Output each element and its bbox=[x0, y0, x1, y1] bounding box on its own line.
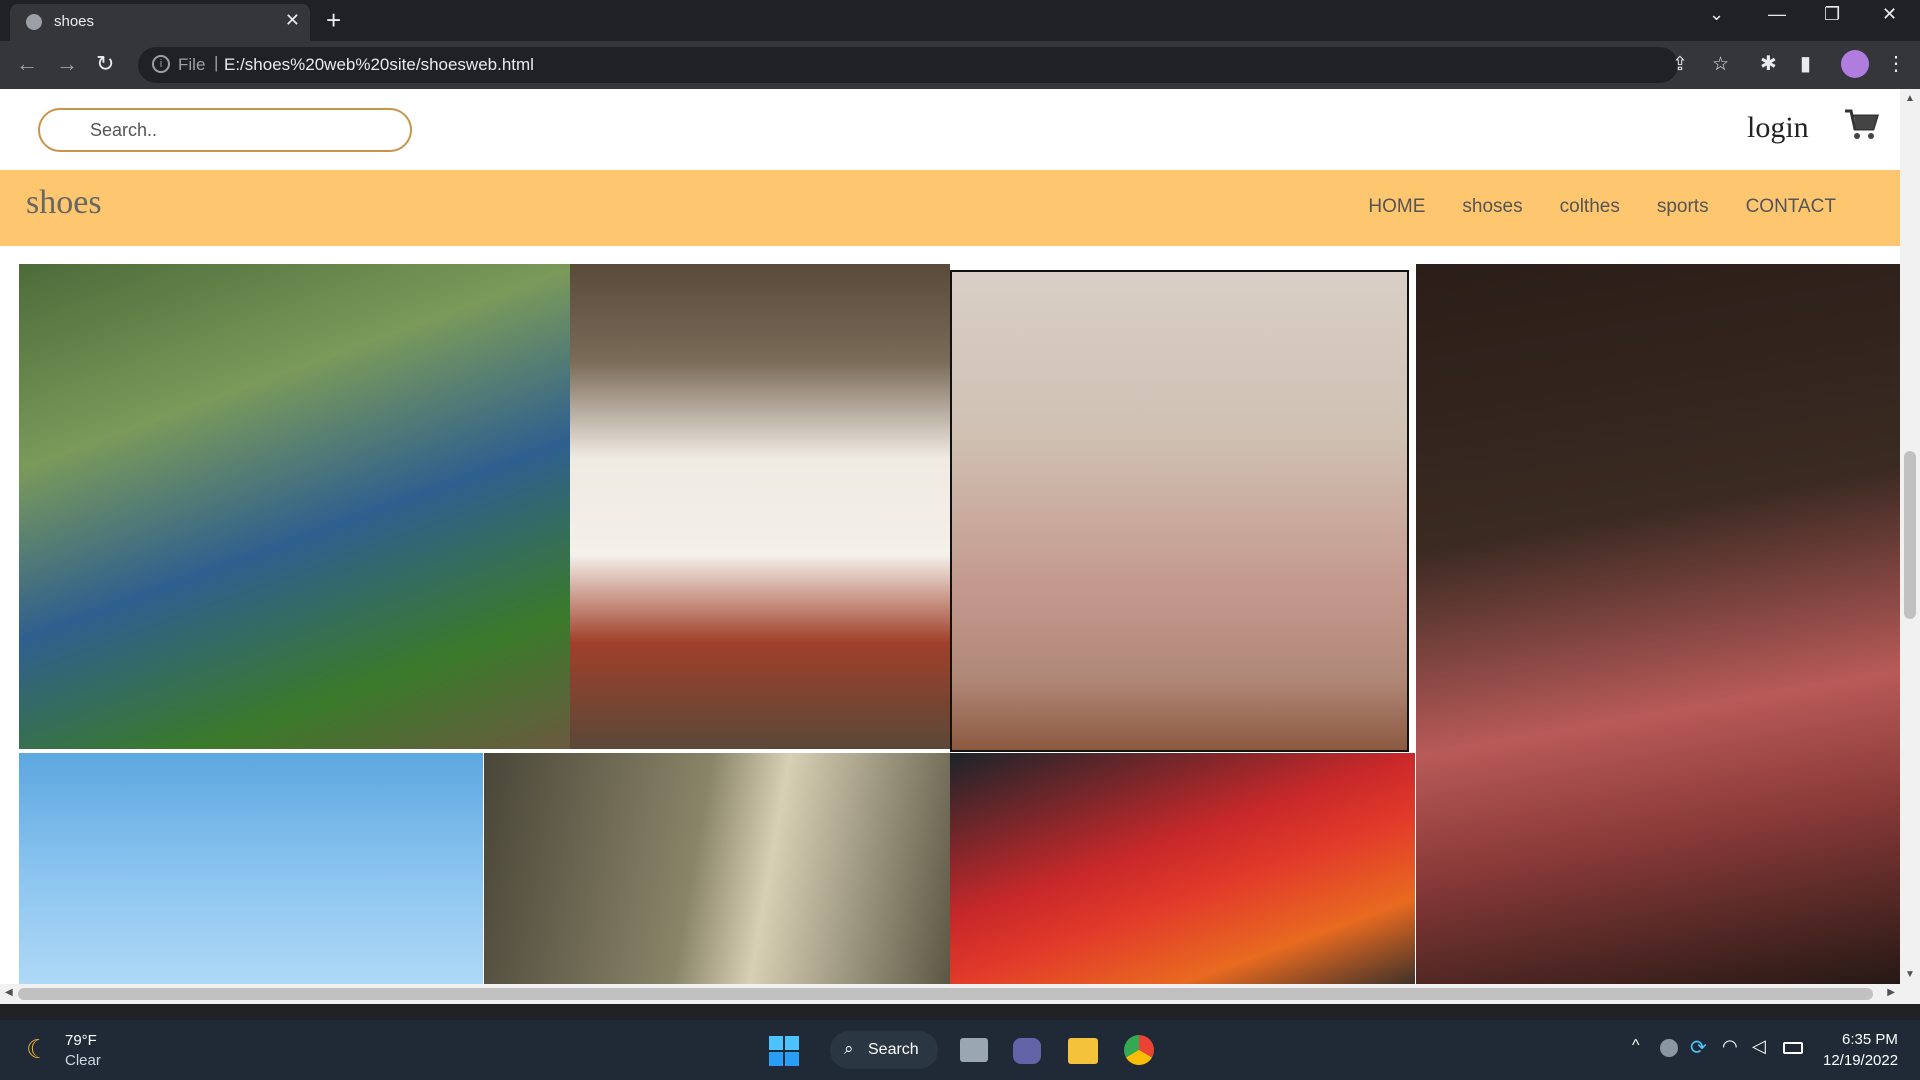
share-icon[interactable]: ⇪ bbox=[1672, 53, 1688, 76]
volume-icon[interactable]: ◁ bbox=[1752, 1036, 1766, 1057]
photo-white-sneaker bbox=[484, 753, 950, 1004]
task-view-icon[interactable] bbox=[960, 1038, 988, 1062]
nav-links: HOME shoses colthes sports CONTACT bbox=[1368, 196, 1836, 218]
scroll-up-icon[interactable]: ▲ bbox=[1905, 93, 1915, 104]
taskbar-search-label: Search bbox=[868, 1041, 919, 1058]
minimize-icon[interactable]: — bbox=[1768, 4, 1786, 25]
url-separator: | bbox=[214, 53, 219, 72]
weather-temp[interactable]: 79°F bbox=[65, 1032, 97, 1049]
scroll-left-icon[interactable]: ◀ bbox=[5, 987, 13, 998]
clock-date[interactable]: 12/19/2022 bbox=[1823, 1052, 1898, 1069]
close-tab-icon[interactable]: ✕ bbox=[285, 10, 300, 31]
photo-girl-bridge bbox=[19, 264, 570, 749]
scroll-down-icon[interactable]: ▼ bbox=[1905, 969, 1915, 980]
info-icon[interactable]: i bbox=[152, 55, 170, 73]
profile-avatar[interactable] bbox=[1841, 50, 1869, 78]
horizontal-scrollbar[interactable]: ◀ ▶ bbox=[0, 984, 1900, 1004]
tab-title: shoes bbox=[54, 13, 95, 30]
chrome-icon[interactable] bbox=[1124, 1035, 1154, 1065]
photo-jordan-closeup bbox=[1416, 264, 1900, 999]
reload-icon[interactable]: ↻ bbox=[96, 51, 114, 77]
back-icon[interactable]: ← bbox=[16, 51, 38, 77]
taskbar: ☾ 79°F Clear ⌕ Search ^ ⟳ ◠ ◁ 6:35 PM 12… bbox=[0, 1020, 1920, 1080]
address-toolbar: ← → ↻ i File | E:/shoes%20web%20site/sho… bbox=[0, 41, 1920, 89]
bookmark-star-icon[interactable]: ☆ bbox=[1712, 53, 1729, 76]
vertical-scroll-thumb[interactable] bbox=[1904, 451, 1916, 619]
nav-sports[interactable]: sports bbox=[1657, 196, 1709, 218]
nav-colthes[interactable]: colthes bbox=[1560, 196, 1620, 218]
nav-home[interactable]: HOME bbox=[1368, 196, 1425, 218]
taskbar-search[interactable]: ⌕ Search bbox=[830, 1031, 938, 1069]
globe-icon bbox=[26, 14, 42, 30]
search-icon: ⌕ bbox=[844, 1039, 854, 1058]
menu-icon[interactable]: ⋮ bbox=[1886, 51, 1906, 76]
new-tab-icon[interactable]: + bbox=[326, 5, 341, 36]
site-navbar: shoes HOME shoses colthes sports CONTACT bbox=[0, 170, 1900, 246]
login-link[interactable]: login bbox=[1747, 111, 1809, 145]
tab-search-icon[interactable]: ⌄ bbox=[1709, 4, 1724, 25]
scroll-right-icon[interactable]: ▶ bbox=[1887, 987, 1895, 998]
extensions-icon[interactable]: ✱ bbox=[1760, 51, 1777, 76]
sync-icon[interactable]: ⟳ bbox=[1690, 1035, 1707, 1060]
omnibox[interactable]: i File | E:/shoes%20web%20site/shoesweb.… bbox=[138, 47, 1729, 83]
clock-time[interactable]: 6:35 PM bbox=[1842, 1031, 1898, 1048]
search-input[interactable] bbox=[38, 108, 412, 152]
photo-man-bike bbox=[19, 753, 483, 1004]
vertical-scrollbar[interactable]: ▲ ▼ bbox=[1900, 89, 1920, 1004]
tray-chevron-icon[interactable]: ^ bbox=[1632, 1037, 1640, 1055]
side-panel-icon[interactable]: ▮ bbox=[1800, 51, 1811, 76]
forward-icon[interactable]: → bbox=[56, 51, 78, 77]
battery-icon[interactable] bbox=[1783, 1042, 1803, 1054]
teams-chat-icon[interactable] bbox=[1013, 1038, 1041, 1064]
file-explorer-icon[interactable] bbox=[1068, 1038, 1098, 1064]
nav-shoses[interactable]: shoses bbox=[1462, 196, 1522, 218]
horizontal-scroll-thumb[interactable] bbox=[18, 988, 1873, 1000]
close-window-icon[interactable]: ✕ bbox=[1882, 4, 1897, 25]
site-brand[interactable]: shoes bbox=[26, 184, 102, 222]
browser-tab[interactable]: shoes ✕ bbox=[10, 4, 310, 41]
photo-sneakers-socks bbox=[570, 264, 950, 749]
weather-desc: Clear bbox=[65, 1052, 101, 1069]
windows-start-icon[interactable] bbox=[769, 1036, 799, 1066]
photo-red-jordans bbox=[950, 753, 1415, 1004]
browser-tab-bar: shoes ✕ + ⌄ — ❐ ✕ bbox=[0, 0, 1920, 41]
restore-icon[interactable]: ❐ bbox=[1824, 4, 1840, 25]
page-viewport: login shoes HOME shoses colthes sports C… bbox=[0, 89, 1920, 1004]
url-text[interactable]: E:/shoes%20web%20site/shoesweb.html bbox=[224, 55, 534, 75]
weather-moon-icon[interactable]: ☾ bbox=[26, 1034, 49, 1065]
nav-contact[interactable]: CONTACT bbox=[1746, 196, 1836, 218]
cart-icon[interactable] bbox=[1843, 107, 1879, 143]
wifi-icon[interactable]: ◠ bbox=[1722, 1036, 1738, 1057]
url-scheme: File bbox=[178, 55, 206, 74]
photo-girl-bedroom bbox=[950, 270, 1409, 752]
tray-app-icon[interactable] bbox=[1660, 1039, 1678, 1057]
